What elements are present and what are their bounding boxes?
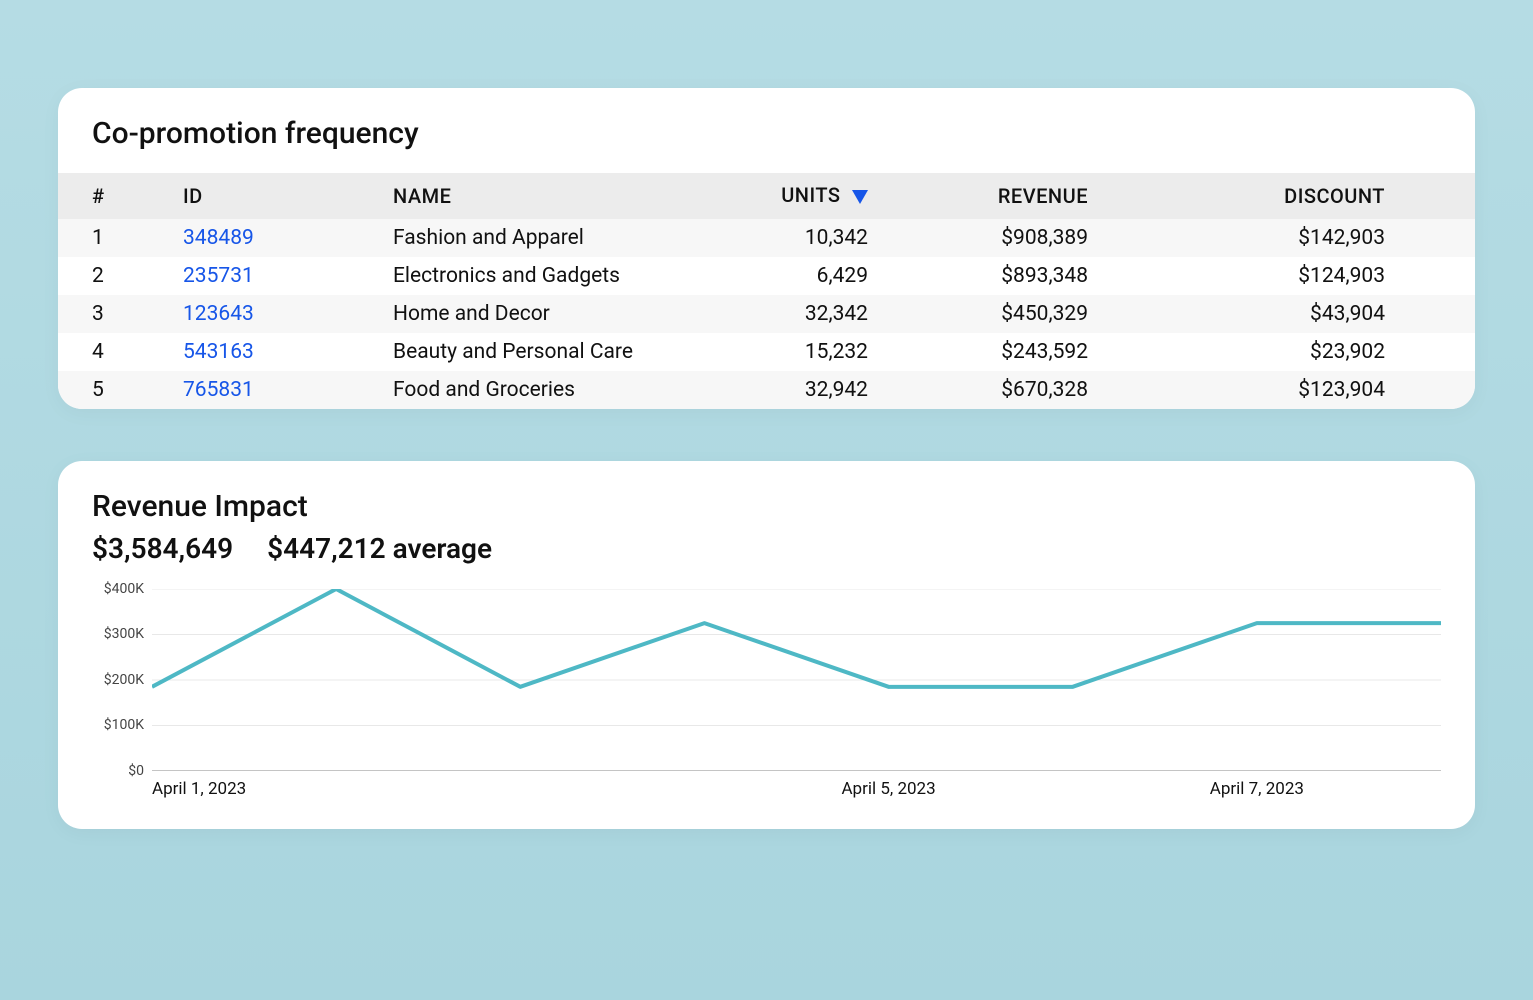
cell-name: Electronics and Gadgets (393, 257, 713, 295)
col-header-revenue[interactable]: REVENUE (908, 173, 1128, 219)
chart-xtick: April 1, 2023 (152, 779, 246, 799)
revenue-impact-title: Revenue Impact (92, 489, 1441, 524)
revenue-average: $447,212 average (267, 532, 492, 565)
revenue-impact-card: Revenue Impact $3,584,649 $447,212 avera… (58, 461, 1475, 829)
cell-revenue: $893,348 (908, 257, 1128, 295)
cell-revenue: $670,328 (908, 371, 1128, 409)
cell-units: 15,232 (713, 333, 908, 371)
table-header-row: # ID NAME UNITS REVENUE DISCOUNT (58, 173, 1475, 219)
chart-canvas (152, 589, 1441, 771)
cell-discount: $23,902 (1128, 333, 1475, 371)
cell-id[interactable]: 765831 (183, 371, 393, 409)
chart-ytick: $200K (104, 672, 144, 688)
cell-units: 32,942 (713, 371, 908, 409)
cell-units: 6,429 (713, 257, 908, 295)
table-row: 2235731Electronics and Gadgets6,429$893,… (58, 257, 1475, 295)
cell-name: Beauty and Personal Care (393, 333, 713, 371)
cell-name: Fashion and Apparel (393, 219, 713, 257)
cell-discount: $123,904 (1128, 371, 1475, 409)
revenue-impact-stats: $3,584,649 $447,212 average (92, 532, 1441, 565)
cell-id[interactable]: 123643 (183, 295, 393, 333)
cell-index: 1 (58, 219, 183, 257)
cell-discount: $124,903 (1128, 257, 1475, 295)
table-row: 4543163Beauty and Personal Care15,232$24… (58, 333, 1475, 371)
chart-x-axis-labels: April 1, 2023 April 5, 2023 April 7, 2023 (152, 779, 1441, 809)
col-header-index[interactable]: # (58, 173, 183, 219)
cell-units: 10,342 (713, 219, 908, 257)
revenue-chart: $0$100K$200K$300K$400K April 1, 2023Apri… (92, 589, 1441, 809)
table-row: 5765831Food and Groceries32,942$670,328$… (58, 371, 1475, 409)
cell-index: 3 (58, 295, 183, 333)
col-header-discount[interactable]: DISCOUNT (1128, 173, 1475, 219)
copromo-card: Co-promotion frequency # ID NAME UNITS R… (58, 88, 1475, 409)
col-header-id[interactable]: ID (183, 173, 393, 219)
cell-index: 5 (58, 371, 183, 409)
table-row: 3123643Home and Decor32,342$450,329$43,9… (58, 295, 1475, 333)
cell-index: 2 (58, 257, 183, 295)
chart-ytick: $400K (104, 581, 144, 597)
cell-name: Food and Groceries (393, 371, 713, 409)
cell-revenue: $243,592 (908, 333, 1128, 371)
revenue-total: $3,584,649 (92, 532, 233, 565)
copromo-table: # ID NAME UNITS REVENUE DISCOUNT 1348489… (58, 173, 1475, 409)
chart-ytick: $300K (104, 626, 144, 642)
table-row: 1348489Fashion and Apparel10,342$908,389… (58, 219, 1475, 257)
cell-revenue: $450,329 (908, 295, 1128, 333)
cell-discount: $43,904 (1128, 295, 1475, 333)
cell-units: 32,342 (713, 295, 908, 333)
cell-id[interactable]: 235731 (183, 257, 393, 295)
col-header-units[interactable]: UNITS (713, 173, 908, 219)
chart-xtick: April 7, 2023 (1210, 779, 1304, 799)
chart-ytick: $100K (104, 717, 144, 733)
chart-y-axis-labels: $0$100K$200K$300K$400K (92, 589, 150, 771)
copromo-title: Co-promotion frequency (58, 88, 1475, 173)
chart-ytick: $0 (128, 763, 144, 779)
col-header-units-label: UNITS (781, 183, 840, 207)
cell-name: Home and Decor (393, 295, 713, 333)
sort-desc-icon (852, 185, 868, 209)
cell-revenue: $908,389 (908, 219, 1128, 257)
chart-xtick: April 5, 2023 (841, 779, 935, 799)
cell-discount: $142,903 (1128, 219, 1475, 257)
col-header-name[interactable]: NAME (393, 173, 713, 219)
cell-id[interactable]: 543163 (183, 333, 393, 371)
cell-index: 4 (58, 333, 183, 371)
cell-id[interactable]: 348489 (183, 219, 393, 257)
